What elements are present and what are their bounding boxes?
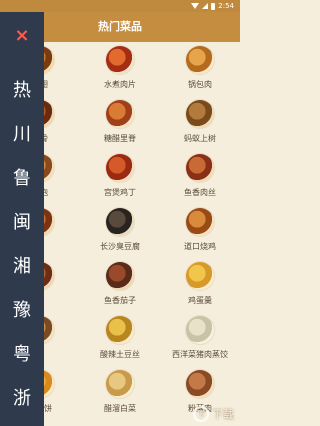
cuisine-drawer: × 热川鲁闽湘豫粤浙 — [0, 12, 44, 426]
drawer-item[interactable]: 豫 — [0, 288, 44, 330]
status-time: 2:54 — [218, 2, 234, 10]
wifi-icon — [191, 3, 200, 9]
drawer-item[interactable]: 鲁 — [0, 156, 44, 198]
dish-name: 醋溜白菜 — [104, 404, 136, 413]
watermark-text: 下载 — [212, 408, 234, 421]
dish-card[interactable]: 水煮肉片 — [80, 42, 160, 96]
dish-card[interactable]: 宫煲鸡丁 — [80, 150, 160, 204]
dish-image — [186, 208, 214, 236]
watermark: 下 下载 — [193, 406, 234, 422]
dish-name: 锅包肉 — [188, 80, 212, 89]
drawer-item[interactable]: 热 — [0, 68, 44, 110]
dish-name: 酸辣土豆丝 — [100, 350, 140, 359]
dish-card[interactable]: 酸辣土豆丝 — [80, 312, 160, 366]
dish-name: 鸡蛋羹 — [188, 296, 212, 305]
watermark-logo: 下 — [193, 406, 209, 422]
dish-card[interactable]: 蚂蚁上树 — [160, 96, 240, 150]
drawer-item[interactable]: 粤 — [0, 332, 44, 374]
dish-image — [106, 316, 134, 344]
dish-card[interactable]: 长沙臭豆腐 — [80, 204, 160, 258]
dish-image — [186, 46, 214, 74]
dish-name: 鱼香茄子 — [104, 296, 136, 305]
dish-image — [186, 100, 214, 128]
dish-name: 长沙臭豆腐 — [100, 242, 140, 251]
dish-image — [106, 208, 134, 236]
dish-card[interactable]: 锅包肉 — [160, 42, 240, 96]
drawer-item[interactable]: 川 — [0, 112, 44, 154]
dish-card[interactable]: 鱼香茄子 — [80, 258, 160, 312]
dish-card[interactable]: 鱼香肉丝 — [160, 150, 240, 204]
dish-name: 糖醋里脊 — [104, 134, 136, 143]
dish-card[interactable]: 醋溜白菜 — [80, 366, 160, 420]
dish-name: 宫煲鸡丁 — [104, 188, 136, 197]
dish-card[interactable]: 糖醋里脊 — [80, 96, 160, 150]
dish-name: 水煮肉片 — [104, 80, 136, 89]
battery-icon — [211, 2, 216, 10]
status-bar: 2:54 — [0, 0, 240, 12]
dish-image — [186, 316, 214, 344]
dish-name: 道口烧鸡 — [184, 242, 216, 251]
dish-image — [106, 46, 134, 74]
dish-image — [186, 262, 214, 290]
dish-name: 西洋菜猪肉蒸饺 — [172, 350, 228, 359]
dish-image — [186, 154, 214, 182]
drawer-item[interactable]: 闽 — [0, 200, 44, 242]
dish-card[interactable]: 鸡蛋羹 — [160, 258, 240, 312]
dish-image — [106, 370, 134, 398]
dish-name: 蚂蚁上树 — [184, 134, 216, 143]
dish-image — [106, 154, 134, 182]
close-icon[interactable]: × — [0, 20, 44, 50]
dish-card[interactable]: 西洋菜猪肉蒸饺 — [160, 312, 240, 366]
dish-image — [106, 262, 134, 290]
dish-image — [186, 370, 214, 398]
drawer-item[interactable]: 浙 — [0, 376, 44, 418]
drawer-item[interactable]: 湘 — [0, 244, 44, 286]
dish-card[interactable]: 道口烧鸡 — [160, 204, 240, 258]
dish-name: 鱼香肉丝 — [184, 188, 216, 197]
signal-icon — [202, 3, 209, 9]
dish-image — [106, 100, 134, 128]
